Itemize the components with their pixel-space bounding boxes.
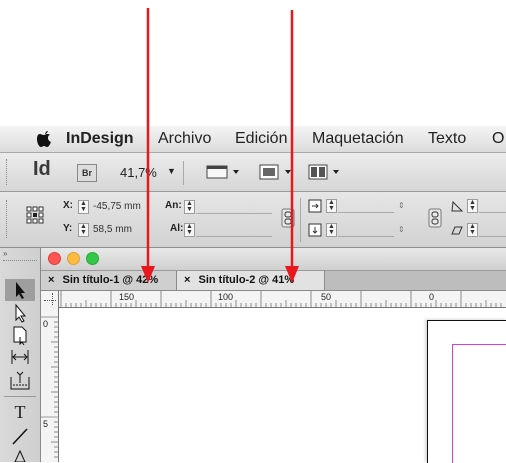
annotation-overlay bbox=[141, 8, 299, 283]
red-arrow-2 bbox=[285, 10, 299, 283]
red-arrow-1 bbox=[141, 8, 155, 283]
